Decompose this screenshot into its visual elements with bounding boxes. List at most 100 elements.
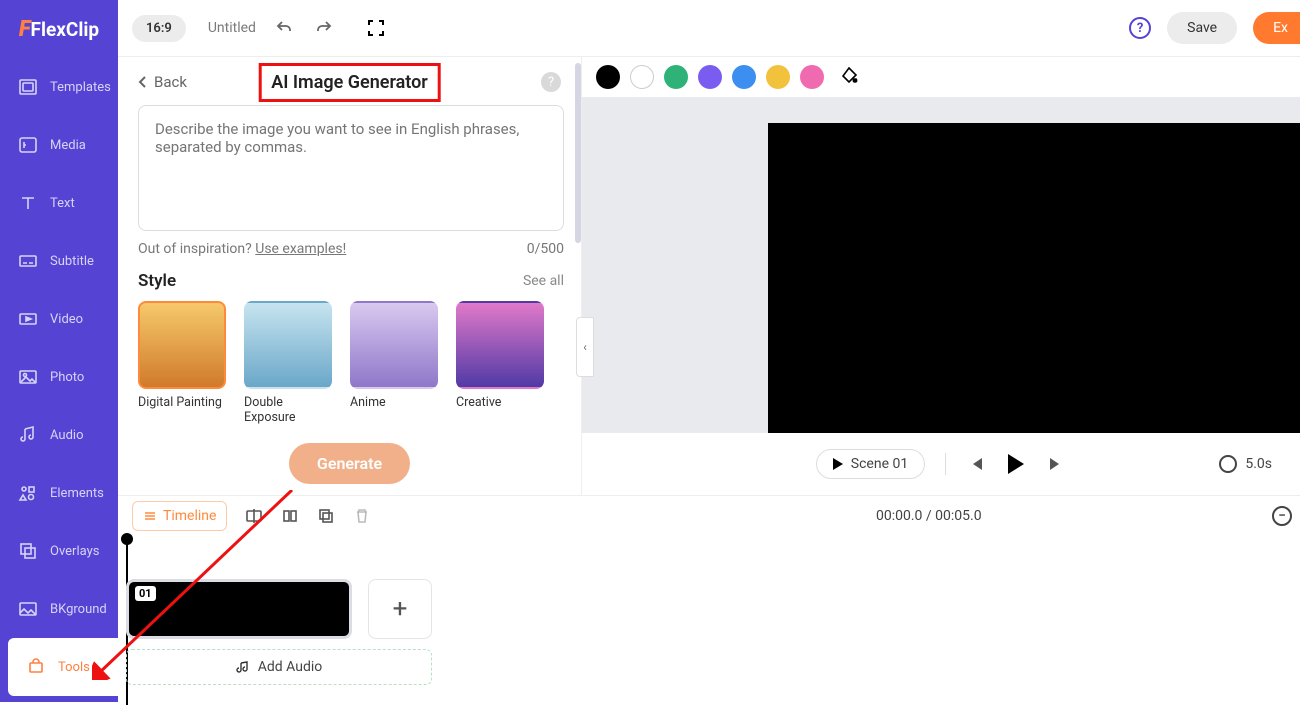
scene-label: Scene 01 xyxy=(851,456,908,472)
sidebar-item-audio[interactable]: Audio xyxy=(0,406,118,464)
zoom-out-button[interactable]: − xyxy=(1272,506,1292,526)
color-swatch-black[interactable] xyxy=(596,65,620,89)
timeline-toolbar: Timeline 00:00.0 / 00:05.0 − xyxy=(118,495,1300,535)
sidebar: FFlexClip Templates Media Text Subtitle … xyxy=(0,0,118,702)
style-anime[interactable]: Anime xyxy=(350,301,438,425)
panel-help-icon[interactable]: ? xyxy=(541,72,561,92)
logo-icon: F xyxy=(19,17,31,42)
sidebar-item-overlays[interactable]: Overlays xyxy=(0,522,118,580)
next-button[interactable] xyxy=(1046,454,1066,474)
tools-icon xyxy=(26,657,46,677)
color-swatch-blue[interactable] xyxy=(732,65,756,89)
color-swatch-green[interactable] xyxy=(664,65,688,89)
prompt-input[interactable] xyxy=(138,105,564,231)
duration-label: 5.0s xyxy=(1245,456,1272,472)
video-canvas[interactable] xyxy=(768,123,1300,433)
sidebar-item-label: Audio xyxy=(50,428,83,443)
scene-selector[interactable]: Scene 01 xyxy=(816,449,925,479)
templates-icon xyxy=(18,77,38,97)
save-button[interactable]: Save xyxy=(1167,12,1237,44)
subtitle-icon xyxy=(18,251,38,271)
play-icon xyxy=(833,458,843,470)
music-note-icon xyxy=(236,660,250,674)
undo-button[interactable] xyxy=(272,16,296,40)
timeline-icon xyxy=(143,509,157,523)
timeline-mode-button[interactable]: Timeline xyxy=(132,501,227,531)
media-icon xyxy=(18,135,38,155)
aspect-ratio-button[interactable]: 16:9 xyxy=(132,15,186,42)
sidebar-item-label: Subtitle xyxy=(50,254,94,269)
play-icon xyxy=(1008,454,1024,474)
inspiration-text: Out of inspiration? Use examples! xyxy=(138,241,346,257)
play-bar: Scene 01 5.0s xyxy=(582,433,1300,495)
style-double-exposure[interactable]: Double Exposure xyxy=(244,301,332,425)
clip-01[interactable]: 01 xyxy=(126,579,352,639)
sidebar-item-background[interactable]: BKground xyxy=(0,580,118,638)
topbar: 16:9 Untitled ? Save Ex xyxy=(118,0,1300,57)
logo: FFlexClip xyxy=(0,0,118,58)
crop-button[interactable] xyxy=(281,507,299,525)
sidebar-item-label: Templates xyxy=(50,80,111,95)
sidebar-item-tools[interactable]: Tools xyxy=(8,638,118,696)
sidebar-item-label: Photo xyxy=(50,370,84,385)
prev-button[interactable] xyxy=(966,454,986,474)
divider xyxy=(945,453,946,475)
back-button[interactable]: Back xyxy=(138,73,187,91)
sidebar-item-templates[interactable]: Templates xyxy=(0,58,118,116)
panel-scrollbar[interactable] xyxy=(575,63,581,243)
sidebar-item-text[interactable]: Text xyxy=(0,174,118,232)
style-thumb xyxy=(456,301,544,389)
logo-text: FlexClip xyxy=(31,18,100,41)
collapse-panel-button[interactable]: ‹ xyxy=(576,317,594,377)
duplicate-button[interactable] xyxy=(317,507,335,525)
canvas-area: ‹ Scene 01 5.0s xyxy=(582,57,1300,495)
clock-icon xyxy=(1219,455,1237,473)
color-swatch-yellow[interactable] xyxy=(766,65,790,89)
timeline: 01 + Add Audio xyxy=(118,535,1300,702)
see-all-link[interactable]: See all xyxy=(523,273,564,289)
color-swatch-purple[interactable] xyxy=(698,65,722,89)
use-examples-link[interactable]: Use examples! xyxy=(255,241,346,257)
split-button[interactable] xyxy=(245,507,263,525)
sidebar-item-elements[interactable]: Elements xyxy=(0,464,118,522)
sidebar-item-photo[interactable]: Photo xyxy=(0,348,118,406)
redo-button[interactable] xyxy=(312,16,336,40)
style-name: Creative xyxy=(456,395,544,410)
panel-title: AI Image Generator xyxy=(258,63,441,102)
generate-button[interactable]: Generate xyxy=(289,443,410,484)
timeline-time: 00:00.0 / 00:05.0 xyxy=(876,508,982,524)
export-button[interactable]: Ex xyxy=(1253,12,1300,44)
style-digital-painting[interactable]: Digital Painting xyxy=(138,301,226,425)
add-audio-button[interactable]: Add Audio xyxy=(126,649,432,685)
sidebar-item-label: Overlays xyxy=(50,544,99,559)
sidebar-item-label: BKground xyxy=(50,602,107,617)
fullscreen-button[interactable] xyxy=(364,16,388,40)
style-label: Style xyxy=(138,271,176,291)
sidebar-item-video[interactable]: Video xyxy=(0,290,118,348)
color-swatch-white[interactable] xyxy=(630,65,654,89)
project-title[interactable]: Untitled xyxy=(208,20,256,36)
char-counter: 0/500 xyxy=(527,241,564,257)
color-swatch-pink[interactable] xyxy=(800,65,824,89)
add-clip-button[interactable]: + xyxy=(368,579,432,639)
style-thumb xyxy=(244,301,332,389)
fill-tool-icon[interactable] xyxy=(840,65,860,89)
back-label: Back xyxy=(154,73,187,91)
help-button[interactable]: ? xyxy=(1129,17,1151,39)
sidebar-item-label: Video xyxy=(50,312,83,327)
ai-image-panel: Back AI Image Generator ? Out of inspira… xyxy=(118,57,582,495)
photo-icon xyxy=(18,367,38,387)
style-creative[interactable]: Creative xyxy=(456,301,544,425)
background-icon xyxy=(18,599,38,619)
style-thumb xyxy=(138,301,226,389)
sidebar-item-label: Elements xyxy=(50,486,104,501)
sidebar-item-media[interactable]: Media xyxy=(0,116,118,174)
timeline-label: Timeline xyxy=(163,508,216,524)
play-button[interactable] xyxy=(1006,454,1026,474)
overlays-icon xyxy=(18,541,38,561)
style-thumb xyxy=(350,301,438,389)
style-name: Digital Painting xyxy=(138,395,226,410)
sidebar-item-subtitle[interactable]: Subtitle xyxy=(0,232,118,290)
delete-button[interactable] xyxy=(353,507,371,525)
elements-icon xyxy=(18,483,38,503)
